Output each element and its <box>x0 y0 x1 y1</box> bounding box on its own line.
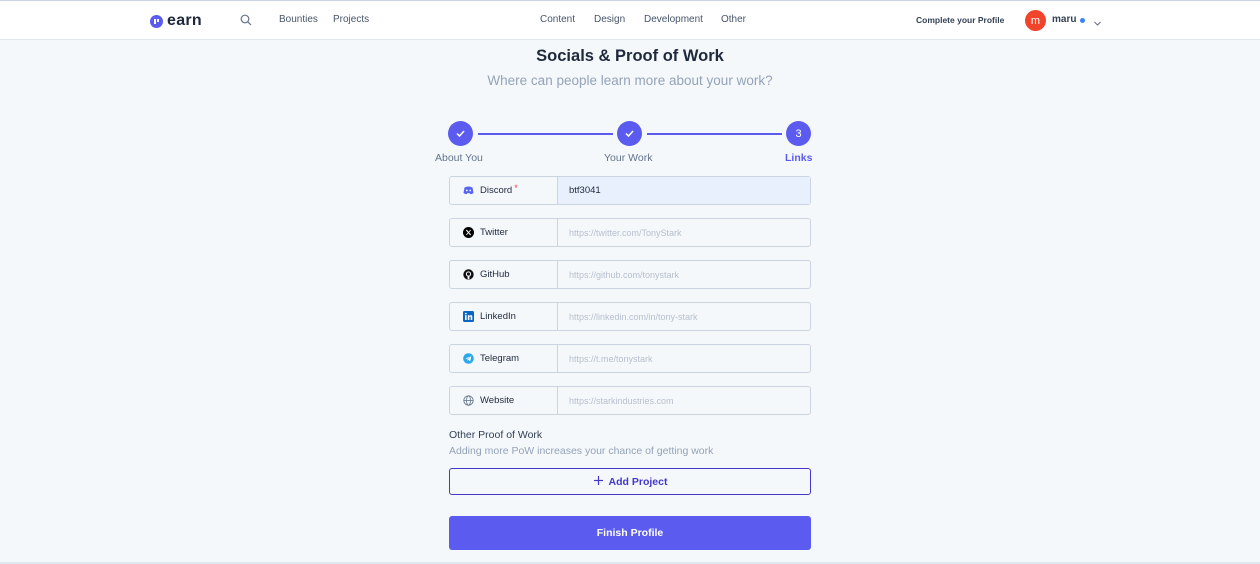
avatar[interactable]: m <box>1025 10 1046 31</box>
twitter-input[interactable]: https://twitter.com/TonyStark <box>558 219 810 246</box>
discord-label: Discord <box>480 185 513 196</box>
twitter-label-box: Twitter <box>450 219 558 246</box>
add-project-button[interactable]: Add Project <box>449 468 811 495</box>
github-label: GitHub <box>480 269 510 280</box>
step-links-label: Links <box>785 152 813 164</box>
online-status-dot <box>1080 18 1085 23</box>
logo-text: earn <box>167 12 202 29</box>
website-input[interactable]: https://starkindustries.com <box>558 387 810 414</box>
github-icon <box>463 269 474 280</box>
step-about-you-circle[interactable] <box>448 121 473 146</box>
stepper-connector-1 <box>478 133 613 135</box>
discord-label-box: Discord * <box>450 177 558 204</box>
linkedin-field: LinkedIn https://linkedin.com/in/tony-st… <box>449 302 811 331</box>
telegram-label-box: Telegram <box>450 345 558 372</box>
linkedin-label-box: LinkedIn <box>450 303 558 330</box>
linkedin-input[interactable]: https://linkedin.com/in/tony-stark <box>558 303 810 330</box>
finish-profile-button[interactable]: Finish Profile <box>449 516 811 550</box>
finish-profile-label: Finish Profile <box>596 527 664 539</box>
pow-section-subtitle: Adding more PoW increases your chance of… <box>449 445 714 457</box>
search-icon[interactable] <box>240 13 252 31</box>
globe-icon <box>463 395 474 406</box>
telegram-field: Telegram https://t.me/tonystark <box>449 344 811 373</box>
username[interactable]: maru <box>1052 14 1076 25</box>
earn-logo-mark-icon <box>150 14 163 28</box>
nav-design-link[interactable]: Design <box>594 14 625 25</box>
telegram-label: Telegram <box>480 353 520 364</box>
website-label: Website <box>480 395 515 406</box>
add-project-label: Add Project <box>608 475 668 488</box>
stepper-connector-2 <box>647 133 782 135</box>
page-subtitle: Where can people learn more about your w… <box>487 73 773 88</box>
chevron-down-icon[interactable] <box>1093 15 1102 33</box>
step-your-work-label: Your Work <box>604 152 653 164</box>
nav-other-link[interactable]: Other <box>721 14 746 25</box>
avatar-initial: m <box>1030 14 1041 27</box>
plus-icon <box>593 475 604 489</box>
website-field: Website https://starkindustries.com <box>449 386 811 415</box>
x-icon <box>463 227 474 238</box>
step-about-you-label: About You <box>435 152 483 164</box>
earn-logo[interactable]: earn <box>150 12 202 30</box>
check-icon <box>625 130 634 138</box>
website-label-box: Website <box>450 387 558 414</box>
linkedin-label: LinkedIn <box>480 311 516 322</box>
twitter-label: Twitter <box>480 227 508 238</box>
complete-profile-link[interactable]: Complete your Profile <box>916 15 1004 25</box>
telegram-input[interactable]: https://t.me/tonystark <box>558 345 810 372</box>
required-asterisk: * <box>514 182 518 193</box>
page-title: Socials & Proof of Work <box>536 47 724 65</box>
discord-input[interactable]: btf3041 <box>558 177 810 204</box>
nav-content-link[interactable]: Content <box>540 14 575 25</box>
telegram-icon <box>463 353 474 364</box>
github-input[interactable]: https://github.com/tonystark <box>558 261 810 288</box>
step-links-number: 3 <box>795 127 802 140</box>
step-your-work-circle[interactable] <box>617 121 642 146</box>
linkedin-icon <box>463 311 474 322</box>
discord-icon <box>463 185 474 196</box>
twitter-field: Twitter https://twitter.com/TonyStark <box>449 218 811 247</box>
nav-projects-link[interactable]: Projects <box>333 14 369 25</box>
check-icon <box>456 130 465 138</box>
discord-field: Discord * btf3041 <box>449 176 811 205</box>
nav-bounties-link[interactable]: Bounties <box>279 14 318 25</box>
step-links-circle[interactable]: 3 <box>786 121 811 146</box>
github-field: GitHub https://github.com/tonystark <box>449 260 811 289</box>
window-top-border <box>0 0 1260 1</box>
nav-development-link[interactable]: Development <box>644 14 703 25</box>
top-navbar: earn Bounties Projects Content Design De… <box>0 0 1260 40</box>
github-label-box: GitHub <box>450 261 558 288</box>
pow-section-title: Other Proof of Work <box>449 429 543 441</box>
